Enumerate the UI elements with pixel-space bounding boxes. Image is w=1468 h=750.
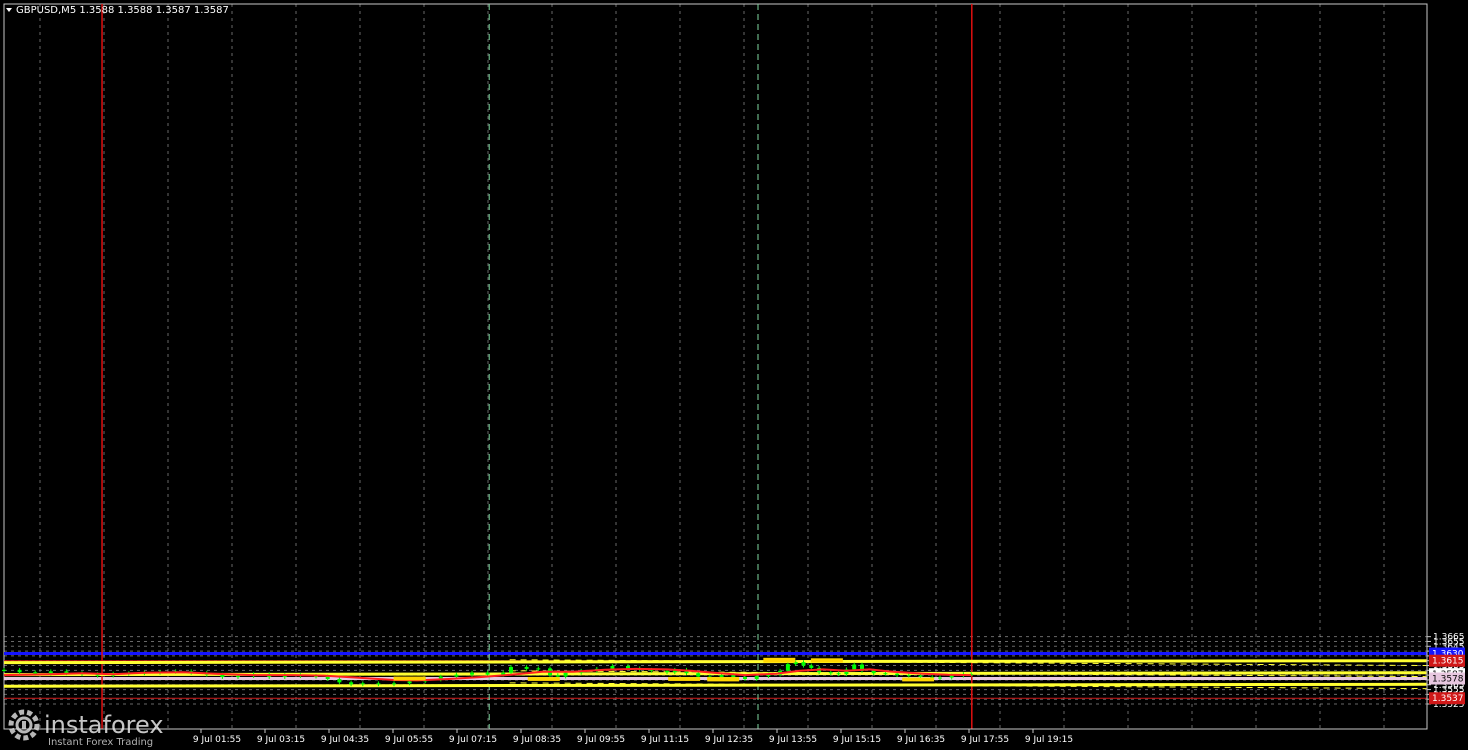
chart-grid: [3, 3, 1428, 730]
candle-body: [785, 664, 790, 671]
candle-body: [665, 670, 669, 673]
price-badge-label: 1.3615: [1432, 657, 1464, 667]
candle-body: [392, 683, 396, 685]
candle-body: [610, 666, 615, 669]
axes: [4, 4, 1428, 730]
x-tick-label: 9 Jul 15:15: [833, 735, 881, 745]
candle-body: [906, 675, 911, 677]
candle-body: [360, 683, 365, 685]
price-badge-label: 1.3578: [1432, 675, 1464, 685]
x-tick-label: 9 Jul 04:35: [321, 735, 369, 745]
signal-box: [527, 677, 560, 681]
candle-body: [509, 666, 513, 673]
candle-body: [563, 672, 568, 677]
candle-body: [485, 672, 490, 675]
x-tick-label: 9 Jul 19:15: [1025, 735, 1073, 745]
candle-body: [236, 676, 240, 678]
price-badges: 1.36301.36151.35871.35781.3537: [1429, 647, 1465, 705]
triangle-down-icon[interactable]: [6, 8, 12, 12]
x-tick-label: 9 Jul 12:35: [705, 735, 753, 745]
candle-body: [731, 675, 736, 678]
x-tick-label: 9 Jul 11:15: [641, 735, 689, 745]
brand-tagline: Instant Forex Trading: [48, 737, 153, 748]
x-tick-label: 9 Jul 17:55: [961, 735, 1009, 745]
channel-line: [3, 682, 1427, 688]
candle-body: [938, 677, 942, 679]
candle-body: [376, 683, 381, 685]
candle-body: [895, 673, 900, 676]
x-tick-label: 9 Jul 03:15: [257, 735, 305, 745]
signal-box: [810, 658, 843, 663]
candle-body: [349, 682, 354, 685]
candle-body: [454, 674, 459, 677]
price-badge-label: 1.3537: [1432, 694, 1464, 704]
candle-body: [626, 666, 630, 669]
candle-body: [754, 676, 759, 679]
price-chart[interactable]: 1.36651.36551.36451.36351.36251.36151.36…: [0, 0, 1468, 750]
candle-body: [809, 665, 814, 668]
candle-body: [828, 672, 833, 674]
candle-body: [696, 673, 701, 677]
candle-body: [918, 675, 923, 678]
candle-body: [536, 668, 541, 670]
x-tick-label: 9 Jul 07:15: [449, 735, 497, 745]
x-tick-label: 9 Jul 13:55: [769, 735, 817, 745]
candle-body: [871, 670, 876, 674]
candle-body: [852, 664, 857, 670]
signal-box: [668, 677, 701, 681]
x-tick-label: 9 Jul 05:55: [385, 735, 433, 745]
vertical-lines: [101, 4, 973, 729]
candle-body: [325, 676, 330, 679]
x-axis-ticks: 9 Jul 01:55 9 Jul 03:15 9 Jul 04:35 9 Jul 0…: [193, 729, 1073, 745]
candle-body: [801, 662, 806, 666]
channel-line: [3, 659, 1427, 665]
x-tick-label: 9 Jul 08:35: [513, 735, 561, 745]
signal-box: [707, 677, 740, 682]
candle-body: [555, 675, 560, 677]
candle-body: [836, 673, 841, 675]
signal-box: [902, 677, 935, 682]
candle-body: [337, 678, 342, 683]
x-tick-label: 9 Jul 16:35: [897, 735, 945, 745]
brand-name: instaforex: [44, 711, 164, 739]
plot-frame: [3, 3, 1428, 730]
signal-box: [763, 657, 796, 663]
signal-box: [393, 676, 426, 681]
candle-body: [407, 681, 412, 684]
candle-body: [17, 669, 22, 673]
candle-body: [743, 677, 747, 679]
symbol-info: GBPUSD,M5 1.3588 1.3588 1.3587 1.3587: [16, 5, 229, 16]
candle-body: [883, 673, 888, 675]
x-tick-label: 9 Jul 01:55: [193, 735, 241, 745]
x-tick-label: 9 Jul 09:55: [577, 735, 625, 745]
candle-body: [470, 672, 474, 675]
gear-logo-icon: [8, 709, 40, 741]
candle-body: [524, 666, 529, 669]
candle-body: [949, 675, 954, 678]
chart-header: GBPUSD,M5 1.3588 1.3588 1.3587 1.3587: [6, 5, 229, 16]
candle-body: [2, 669, 6, 671]
